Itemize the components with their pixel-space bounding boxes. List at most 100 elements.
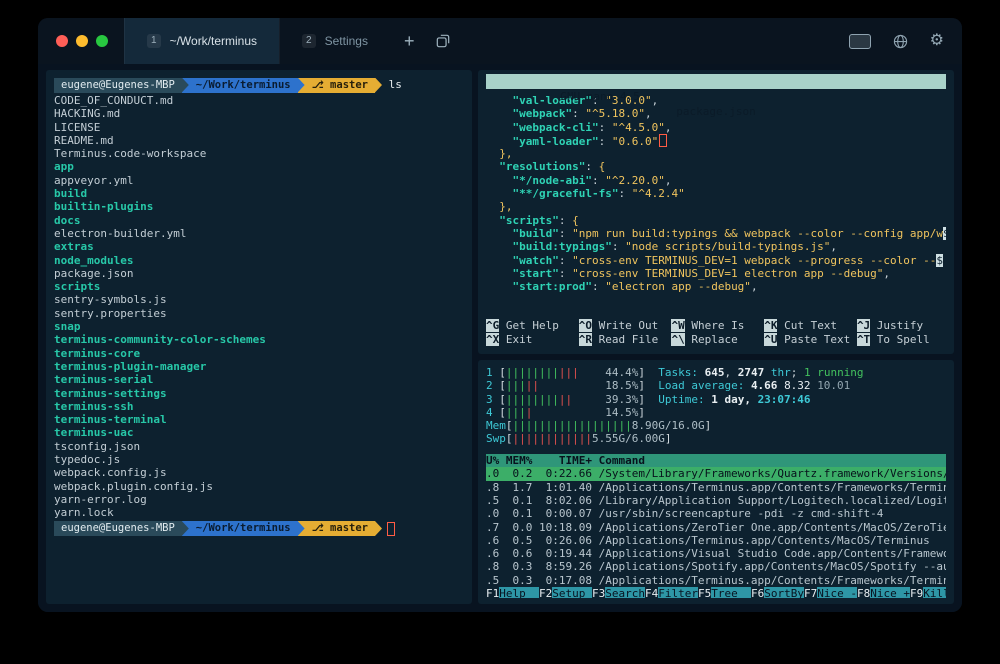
terminal-prompt: eugene@Eugenes-MBP~/Work/terminus⎇ maste… — [54, 77, 464, 93]
nano-line: "scripts": { — [486, 214, 946, 227]
maximize-button[interactable] — [96, 35, 108, 47]
fkey-f6[interactable]: F6SortBy — [751, 587, 804, 598]
nano-shortcut-row: ^X Exit ^R Read File ^\ Replace ^U Paste… — [486, 333, 946, 346]
process-row[interactable]: .8 1.7 1:01.40 /Applications/Terminus.ap… — [486, 481, 946, 494]
fkey-f1[interactable]: F1Help — [486, 587, 539, 598]
nano-line: "webpack-cli": "^4.5.0", — [486, 121, 946, 134]
process-table: U% MEM% TIME+ Command.0 0.2 0:22.66 /Sys… — [486, 454, 946, 587]
fkey-f8[interactable]: F8Nice + — [857, 587, 910, 598]
globe-icon[interactable] — [885, 34, 916, 49]
shortcut-label: To Spell — [870, 333, 946, 346]
git-branch-icon: ⎇ — [312, 522, 330, 534]
process-row[interactable]: .6 0.6 0:19.44 /Applications/Visual Stud… — [486, 547, 946, 560]
shortcut-key: ^G — [486, 319, 499, 332]
powerline-arrow-icon — [182, 521, 189, 536]
fkey-label: Nice - — [817, 587, 857, 598]
nano-shortcut-ctrl-G[interactable]: ^G Get Help — [486, 319, 579, 332]
shortcut-key: ^J — [857, 319, 870, 332]
spacer — [486, 446, 946, 454]
titlebar-right-icons: ⚙ — [849, 18, 962, 64]
htop-meters: 1 [||||||||||| 44.4%] Tasks: 645, 2747 t… — [486, 366, 946, 446]
shortcut-label: Paste Text — [777, 333, 856, 346]
nano-editor-content: "val-loader": "3.0.0", "webpack": "^5.18… — [486, 94, 946, 293]
fkey-f4[interactable]: F4Filter — [645, 587, 698, 598]
fkey-f9[interactable]: F9Kill — [910, 587, 946, 598]
process-row[interactable]: .0 0.1 0:00.07 /usr/sbin/screencapture -… — [486, 507, 946, 520]
process-row[interactable]: .5 0.1 8:02.06 /Library/Application Supp… — [486, 494, 946, 507]
directory-name: scripts — [54, 280, 100, 293]
process-row[interactable]: .7 0.0 10:18.09 /Applications/ZeroTier O… — [486, 521, 946, 534]
tab-title: Settings — [325, 34, 368, 48]
file-name: yarn.lock — [54, 506, 114, 519]
nano-shortcut-ctrl-J[interactable]: ^J Justify — [857, 319, 946, 332]
fkey-number: F2 — [539, 587, 552, 598]
nano-shortcut-ctrl-R[interactable]: ^R Read File — [579, 333, 672, 346]
fkey-f5[interactable]: F5Tree — [698, 587, 751, 598]
fkey-number: F7 — [804, 587, 817, 598]
tab-work-terminus[interactable]: 1 ~/Work/terminus — [124, 18, 279, 64]
cpu-meter: 2 [||||| 18.5%] Load average: 4.66 8.32 … — [486, 379, 946, 392]
file-name: HACKING.md — [54, 107, 120, 120]
terminal-pane[interactable]: eugene@Eugenes-MBP~/Work/terminus⎇ maste… — [46, 70, 472, 604]
settings-gear-icon[interactable]: ⚙ — [930, 33, 944, 49]
directory-name: terminus-uac — [54, 426, 133, 439]
nano-shortcut-ctrl-U[interactable]: ^U Paste Text — [764, 333, 857, 346]
prompt-cwd: ~/Work/terminus — [189, 521, 298, 536]
tab-title: ~/Work/terminus — [170, 34, 257, 48]
new-tab-button[interactable]: + — [390, 18, 429, 64]
cpu-id: 2 — [486, 379, 499, 392]
file-entry: terminus-core — [54, 347, 464, 360]
directory-name: build — [54, 187, 87, 200]
directory-name: builtin-plugins — [54, 200, 153, 213]
shortcut-label: Write Out — [592, 319, 671, 332]
minimize-button[interactable] — [76, 35, 88, 47]
split-layout: eugene@Eugenes-MBP~/Work/terminus⎇ maste… — [38, 64, 962, 612]
powerline-arrow-icon — [375, 521, 382, 536]
file-entry: extras — [54, 240, 464, 253]
fkey-f2[interactable]: F2Setup — [539, 587, 592, 598]
nano-cursor — [659, 134, 667, 147]
nano-shortcut-ctrl-T[interactable]: ^T To Spell — [857, 333, 946, 346]
file-entry: CODE_OF_CONDUCT.md — [54, 94, 464, 107]
process-row[interactable]: .8 0.3 8:59.26 /Applications/Spotify.app… — [486, 560, 946, 573]
fkey-number: F5 — [698, 587, 711, 598]
process-row[interactable]: .5 0.3 0:17.08 /Applications/Terminus.ap… — [486, 574, 946, 587]
fkey-label: Kill — [923, 587, 946, 598]
file-entry: terminus-plugin-manager — [54, 360, 464, 373]
process-row[interactable]: .0 0.2 0:22.66 /System/Library/Framework… — [486, 467, 946, 480]
right-column: GNU nano 4.5 package.json "val-loader": … — [478, 70, 954, 604]
tab-settings[interactable]: 2 Settings — [279, 18, 390, 64]
file-name: yarn-error.log — [54, 493, 147, 506]
file-entry: snap — [54, 320, 464, 333]
nano-shortcut-ctrl-W[interactable]: ^W Where Is — [671, 319, 764, 332]
htop-pane[interactable]: 1 [||||||||||| 44.4%] Tasks: 645, 2747 t… — [478, 360, 954, 604]
nano-pane[interactable]: GNU nano 4.5 package.json "val-loader": … — [478, 70, 954, 354]
close-button[interactable] — [56, 35, 68, 47]
file-entry: LICENSE — [54, 121, 464, 134]
nano-shortcut-ctrl-O[interactable]: ^O Write Out — [579, 319, 672, 332]
nano-titlebar: GNU nano 4.5 package.json — [486, 74, 946, 89]
file-entry: webpack.config.js — [54, 466, 464, 479]
nano-shortcut-ctrl-X[interactable]: ^X Exit — [486, 333, 579, 346]
fkey-f7[interactable]: F7Nice - — [804, 587, 857, 598]
directory-name: terminus-terminal — [54, 413, 167, 426]
fkey-number: F6 — [751, 587, 764, 598]
cpu-meter: 4 [|||| 14.5%] — [486, 406, 946, 419]
prompt-git-branch: ⎇ master — [305, 521, 375, 536]
fkey-f3[interactable]: F3Search — [592, 587, 645, 598]
powerline-arrow-icon — [182, 78, 189, 93]
nano-shortcut-ctrl-K[interactable]: ^K Cut Text — [764, 319, 857, 332]
docked-terminal-icon[interactable] — [849, 34, 871, 49]
file-entry: appveyor.yml — [54, 174, 464, 187]
directory-name: extras — [54, 240, 94, 253]
nano-filename: package.json — [676, 104, 755, 119]
duplicate-tab-icon[interactable] — [428, 18, 458, 64]
directory-name: app — [54, 160, 74, 173]
file-entry: terminus-serial — [54, 373, 464, 386]
process-row[interactable]: .6 0.5 0:26.06 /Applications/Terminus.ap… — [486, 534, 946, 547]
file-entry: typedoc.js — [54, 453, 464, 466]
shortcut-key: ^R — [579, 333, 592, 346]
file-entry: package.json — [54, 267, 464, 280]
nano-shortcut-ctrl-bslash[interactable]: ^\ Replace — [671, 333, 764, 346]
file-entry: terminus-terminal — [54, 413, 464, 426]
